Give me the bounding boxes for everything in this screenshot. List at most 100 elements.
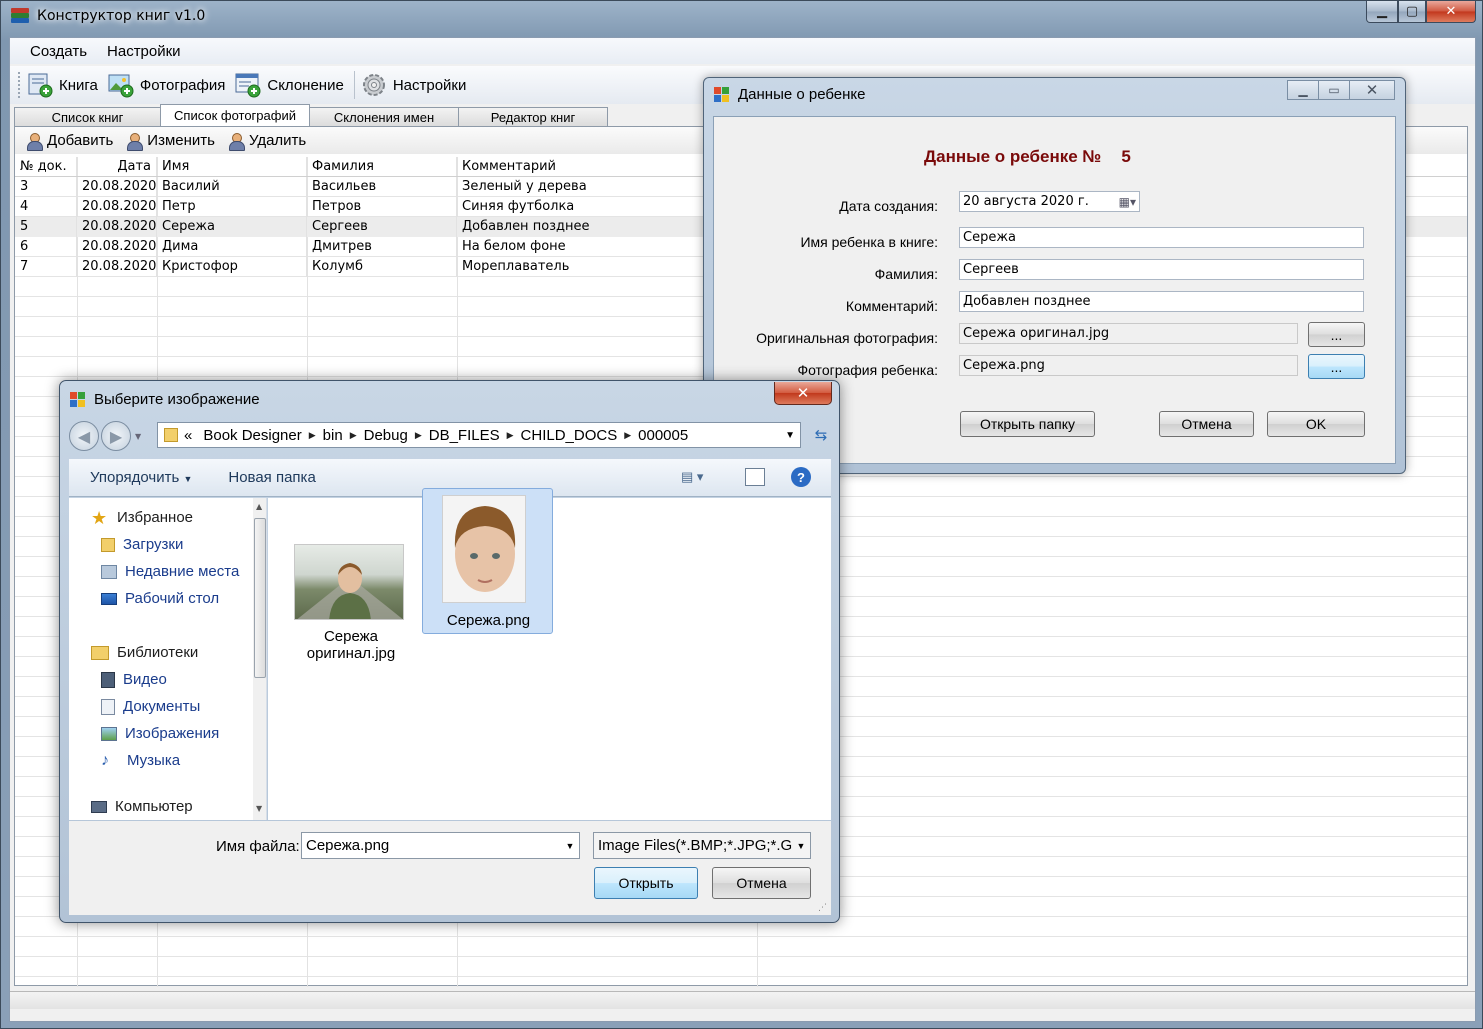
chevron-right-icon[interactable]: ▶ — [507, 430, 514, 441]
path-segment[interactable]: bin — [323, 427, 343, 444]
thumbnail-image — [442, 495, 526, 603]
thumbnail-image — [294, 544, 404, 620]
nav-documents[interactable]: Документы — [101, 698, 200, 715]
close-button[interactable]: ✕ — [1349, 80, 1395, 100]
menu-bar: Создать Настройки — [10, 38, 1475, 64]
cancel-button[interactable]: Отмена — [1159, 411, 1254, 437]
tab-book-list[interactable]: Список книг — [14, 107, 161, 126]
cancel-button[interactable]: Отмена — [712, 867, 811, 899]
forward-button[interactable]: ▶ — [101, 421, 131, 451]
scroll-down-icon[interactable]: ▼ — [256, 804, 262, 813]
resize-grip-icon[interactable]: ⋰ — [818, 903, 827, 913]
nav-music[interactable]: ♪ Музыка — [101, 752, 180, 769]
file-type-filter[interactable]: Image Files(*.BMP;*.JPG;*.GIF; ▼ — [593, 832, 811, 859]
minimize-button[interactable]: ▁ — [1287, 80, 1319, 100]
menu-create[interactable]: Создать — [20, 43, 97, 60]
chevron-right-icon[interactable]: ▶ — [624, 430, 631, 441]
scroll-up-icon[interactable]: ▲ — [256, 502, 262, 511]
nav-libraries[interactable]: Библиотеки — [91, 644, 198, 661]
chevron-right-icon[interactable]: ▶ — [350, 430, 357, 441]
nav-downloads[interactable]: Загрузки — [101, 536, 183, 553]
edit-button[interactable]: Изменить — [125, 132, 215, 151]
toolbar-settings-button[interactable]: Настройки — [361, 72, 466, 98]
close-button[interactable]: ✕ — [1426, 1, 1476, 23]
books-icon — [11, 8, 29, 24]
created-label: Дата создания: — [839, 198, 938, 214]
created-date-value: 20 августа 2020 г. — [963, 194, 1089, 209]
ok-button[interactable]: OK — [1267, 411, 1365, 437]
path-segment[interactable]: 000005 — [638, 427, 688, 444]
maximize-button[interactable]: ▭ — [1318, 80, 1350, 100]
menu-settings[interactable]: Настройки — [97, 43, 191, 60]
nav-computer[interactable]: Компьютер — [91, 798, 193, 815]
path-overflow[interactable]: « — [184, 427, 192, 444]
chevron-right-icon[interactable]: ▶ — [309, 430, 316, 441]
toolbar-grip[interactable] — [18, 72, 21, 98]
tab-photo-list[interactable]: Список фотографий — [160, 104, 310, 126]
back-button[interactable]: ◀ — [69, 421, 99, 451]
open-button[interactable]: Открыть — [594, 867, 698, 899]
path-segment[interactable]: Debug — [364, 427, 408, 444]
cell-doc: 4 — [15, 197, 77, 217]
path-segment[interactable]: DB_FILES — [429, 427, 500, 444]
created-date-picker[interactable]: 20 августа 2020 г. ▦▾ — [959, 191, 1140, 212]
browse-original-button[interactable]: ... — [1308, 322, 1365, 347]
nav-scrollbar[interactable]: ▲ ▼ — [253, 498, 266, 820]
close-button[interactable]: ✕ — [774, 382, 832, 405]
images-icon — [101, 726, 117, 741]
new-folder-button[interactable]: Новая папка — [228, 469, 315, 486]
open-folder-button[interactable]: Открыть папку — [960, 411, 1095, 437]
tab-name-declensions[interactable]: Склонения имен — [309, 107, 459, 126]
address-dropdown-icon[interactable]: ▼ — [785, 430, 795, 441]
nav-images[interactable]: Изображения — [101, 725, 219, 742]
nav-favorites[interactable]: ★ Избранное — [91, 509, 193, 527]
file-item-selected[interactable]: Сережа.png — [422, 488, 553, 634]
tab-book-editor[interactable]: Редактор книг — [458, 107, 608, 126]
form-add-icon — [235, 72, 261, 98]
scrollbar-thumb[interactable] — [254, 518, 266, 678]
path-segment[interactable]: CHILD_DOCS — [521, 427, 618, 444]
organize-label: Упорядочить — [90, 469, 180, 486]
person-delete-icon — [227, 132, 245, 151]
preview-pane-icon[interactable] — [745, 468, 765, 486]
address-bar[interactable]: « Book Designer ▶ bin ▶ Debug ▶ DB_FILES ▶ C… — [157, 422, 801, 448]
toolbar-book-button[interactable]: Книга — [27, 72, 98, 98]
child-photo-label: Фотография ребенка: — [797, 362, 938, 378]
nav-label: Компьютер — [115, 798, 193, 815]
help-icon[interactable]: ? — [791, 467, 811, 487]
form-heading: Данные о ребенке № 5 — [924, 147, 1131, 167]
comment-field[interactable]: Добавлен позднее — [959, 291, 1364, 312]
surname-field[interactable]: Сергеев — [959, 259, 1364, 280]
toolbar-photo-button[interactable]: Фотография — [108, 72, 225, 98]
organize-button[interactable]: Упорядочить ▼ — [90, 469, 192, 486]
browse-photo-button[interactable]: ... — [1308, 354, 1365, 379]
filename-combo[interactable]: Сережа.png ▼ — [301, 832, 580, 859]
minimize-button[interactable]: ▁ — [1366, 1, 1398, 23]
maximize-button[interactable]: ▢ — [1398, 1, 1426, 23]
nav-recent-places[interactable]: Недавние места — [101, 563, 239, 580]
column-header[interactable]: Имя — [157, 157, 307, 176]
nav-video[interactable]: Видео — [101, 671, 167, 688]
refresh-icon[interactable]: ⇆ — [809, 422, 833, 448]
cell-date: 20.08.2020 — [77, 177, 157, 197]
path-segment[interactable]: Book Designer — [203, 427, 301, 444]
chevron-down-icon[interactable]: ▼ — [561, 833, 579, 858]
view-options-icon[interactable]: ▤ ▾ — [681, 469, 703, 485]
name-field[interactable]: Сережа — [959, 227, 1364, 248]
column-header[interactable]: Фамилия — [307, 157, 457, 176]
chevron-down-icon[interactable]: ▼ — [792, 833, 810, 858]
chevron-right-icon[interactable]: ▶ — [415, 430, 422, 441]
file-name: Сережа.png — [446, 612, 531, 629]
delete-button[interactable]: Удалить — [227, 132, 306, 151]
file-name-line: Сережа — [323, 628, 379, 645]
add-button[interactable]: Добавить — [25, 132, 113, 151]
nav-desktop[interactable]: Рабочий стол — [101, 590, 219, 607]
column-header[interactable]: Дата — [77, 157, 157, 176]
file-item[interactable]: Сережа оригинал.jpg — [282, 498, 420, 678]
toolbar-declension-button[interactable]: Склонение — [235, 72, 344, 98]
nav-label: Библиотеки — [117, 644, 199, 661]
column-header[interactable]: № док. — [15, 157, 77, 176]
file-list: Сережа оригинал.jpg Сережа.png — [268, 488, 831, 820]
cell-name: Василий — [157, 177, 307, 197]
history-dropdown-icon[interactable]: ▼ — [135, 432, 141, 441]
